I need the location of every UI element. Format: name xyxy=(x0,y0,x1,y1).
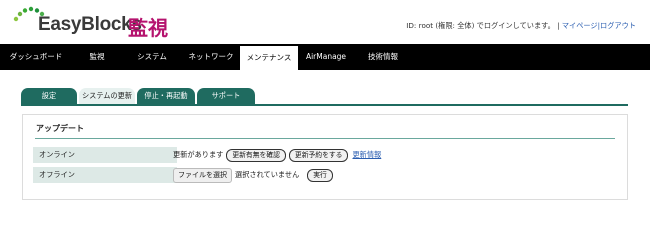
update-panel: アップデート オンライン 更新があります 更新有無を確認 更新予約をする 更新情… xyxy=(22,114,628,200)
nav-network[interactable]: ネットワーク xyxy=(182,44,240,70)
offline-label: オフライン xyxy=(33,167,177,183)
tab-settings[interactable]: 設定 xyxy=(21,88,77,104)
logo-text: EasyBlocks xyxy=(38,14,142,35)
online-label: オンライン xyxy=(33,147,177,163)
login-info: ID: root (権限: 全体) でログインしています。 | マイページ|ログ… xyxy=(406,21,636,31)
nav-system[interactable]: システム xyxy=(122,44,182,70)
offline-row: ファイルを選択 選択されていません 実行 xyxy=(173,167,333,183)
main-nav: ダッシュボード 監視 システム ネットワーク メンテナンス AirManage … xyxy=(0,44,650,72)
run-button[interactable]: 実行 xyxy=(307,168,333,182)
online-row: 更新があります 更新有無を確認 更新予約をする 更新情報 xyxy=(173,147,381,163)
schedule-update-button[interactable]: 更新予約をする xyxy=(288,148,349,162)
update-status-text: 更新があります xyxy=(173,150,224,159)
nav-maintenance[interactable]: メンテナンス xyxy=(240,46,298,72)
tab-system-update[interactable]: システムの更新 xyxy=(79,88,135,104)
panel-title: アップデート xyxy=(36,124,84,133)
page-title: 監視 xyxy=(128,16,168,40)
login-status-text: ID: root (権限: 全体) でログインしています。 | xyxy=(406,21,560,30)
update-info-link[interactable]: 更新情報 xyxy=(352,150,381,160)
mypage-link[interactable]: マイページ xyxy=(562,21,598,30)
nav-dashboard[interactable]: ダッシュボード xyxy=(0,44,72,70)
logout-link[interactable]: ログアウト xyxy=(600,21,636,30)
nav-monitoring[interactable]: 監視 xyxy=(72,44,122,70)
subtab-divider xyxy=(21,104,628,106)
nav-tech-info[interactable]: 技術情報 xyxy=(354,44,412,70)
nav-airmanage[interactable]: AirManage xyxy=(298,44,354,70)
file-status-text: 選択されていません xyxy=(235,170,300,179)
tab-stop-restart[interactable]: 停止・再起動 xyxy=(137,88,195,104)
check-updates-button[interactable]: 更新有無を確認 xyxy=(226,148,286,162)
app-header: EasyBlocks 監視 ID: root (権限: 全体) でログインしてい… xyxy=(0,0,650,44)
choose-file-button[interactable]: ファイルを選択 xyxy=(173,167,232,183)
panel-divider xyxy=(35,138,615,139)
tab-support[interactable]: サポート xyxy=(197,88,255,104)
